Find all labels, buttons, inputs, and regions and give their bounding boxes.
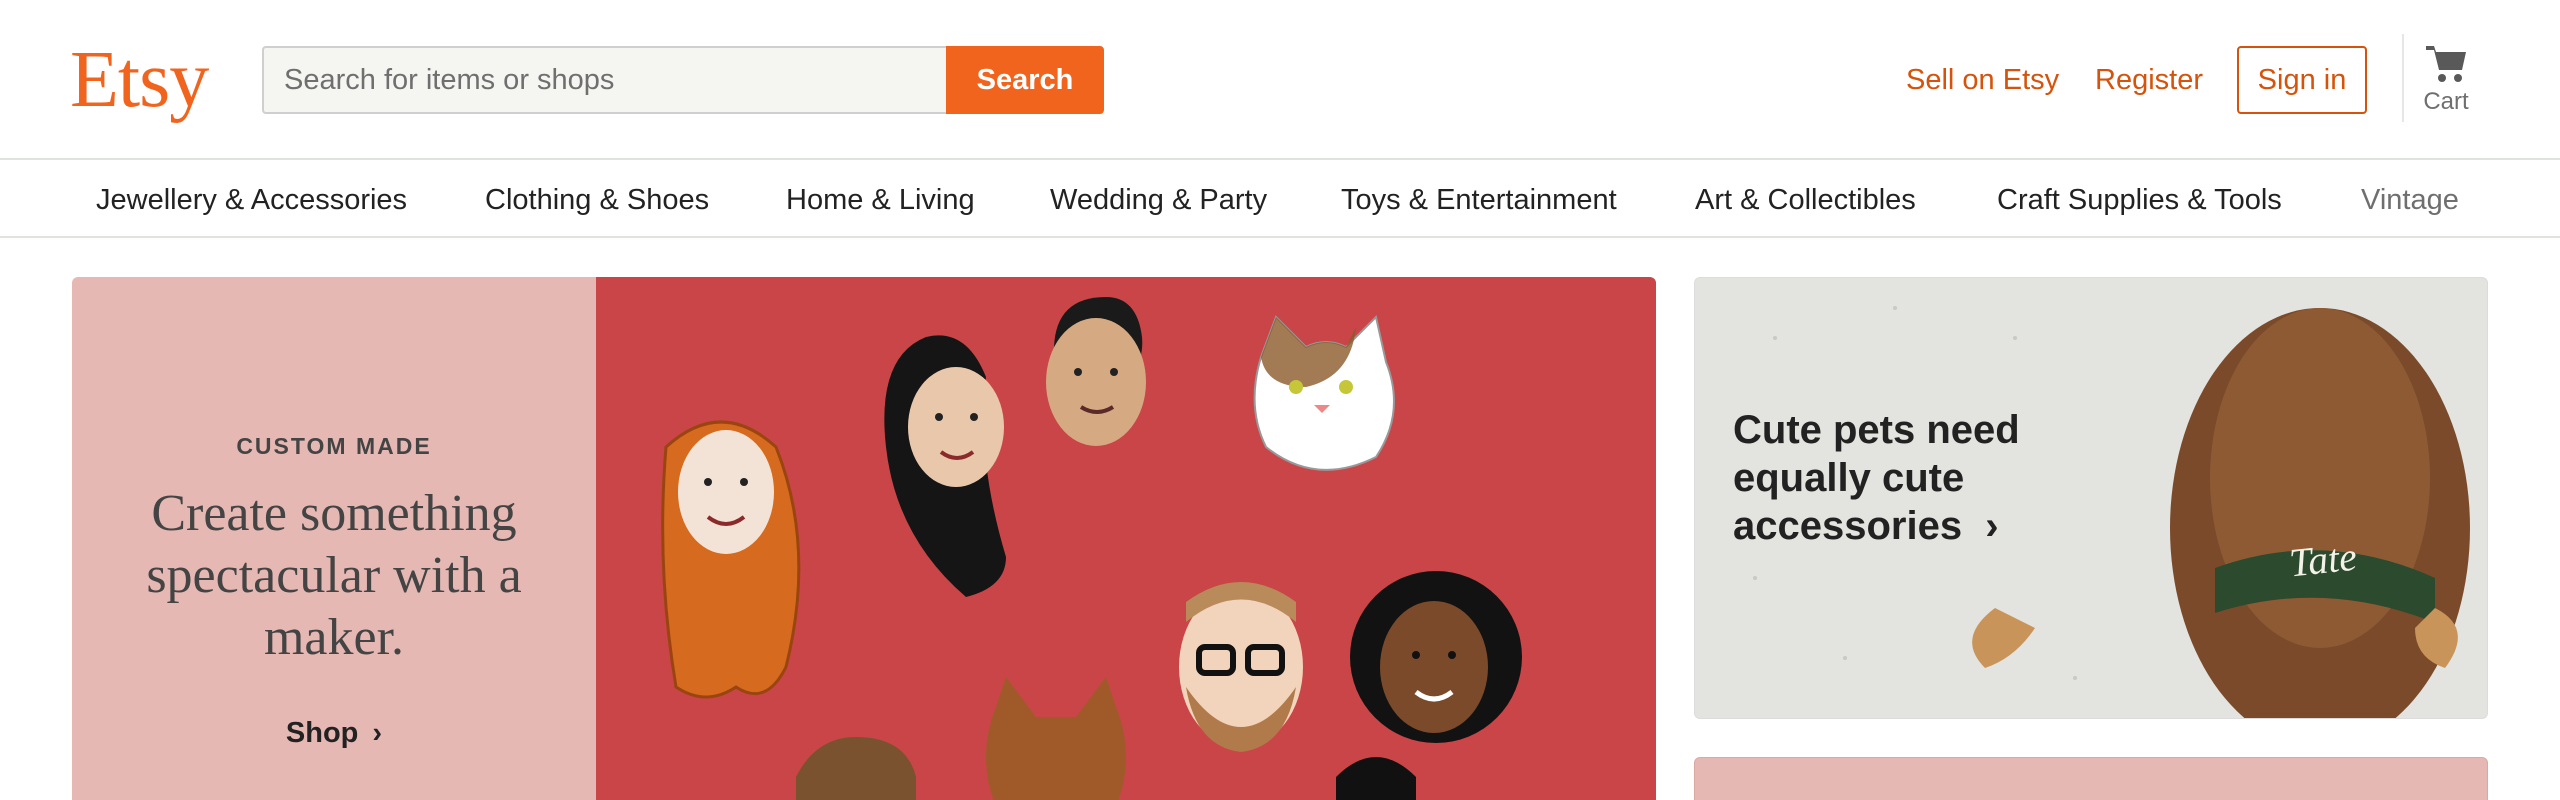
- category-vintage[interactable]: Vintage: [2361, 180, 2459, 220]
- red-hair-portrait-pin: [661, 420, 801, 699]
- cat-portrait-pin: [1253, 315, 1395, 471]
- chevron-right-icon: ›: [1985, 504, 1999, 548]
- cart-icon: [2426, 46, 2466, 82]
- partial-portrait-pin: [1336, 757, 1416, 800]
- cart-button[interactable]: Cart: [2404, 34, 2488, 126]
- site-header: Etsy Search Sell on Etsy Register Sign i…: [0, 0, 2560, 160]
- pets-promo-text[interactable]: Cute pets need equally cute accessories …: [1733, 406, 2113, 550]
- portrait-pins-illustration: [661, 297, 1522, 800]
- sign-in-button[interactable]: Sign in: [2237, 46, 2367, 114]
- register-link[interactable]: Register: [2095, 58, 2203, 102]
- hero-eyebrow: CUSTOM MADE: [236, 433, 432, 459]
- sell-on-etsy-link[interactable]: Sell on Etsy: [1906, 58, 2059, 102]
- category-home-living[interactable]: Home & Living: [786, 180, 975, 220]
- second-promo-card[interactable]: [1694, 757, 2488, 800]
- chevron-right-icon: ›: [372, 717, 383, 749]
- bearded-man-portrait-pin: [1179, 582, 1303, 752]
- search-input[interactable]: [262, 46, 946, 114]
- search-button[interactable]: Search: [946, 46, 1104, 114]
- category-art-collectibles[interactable]: Art & Collectibles: [1695, 180, 1916, 220]
- hero-banner[interactable]: CUSTOM MADE Create something spectacular…: [72, 277, 1656, 800]
- pets-promo-label: Cute pets need equally cute accessories: [1733, 408, 2020, 548]
- category-craft-supplies-tools[interactable]: Craft Supplies & Tools: [1997, 180, 2282, 220]
- hero-shop-label: Shop: [285, 717, 359, 749]
- fox-cat-portrait-pin: [986, 677, 1126, 800]
- hero-shop-link[interactable]: Shop ›: [72, 717, 596, 750]
- etsy-logo[interactable]: Etsy: [70, 30, 209, 130]
- man-portrait-pin: [1046, 297, 1146, 446]
- search-form: Search: [262, 46, 1104, 114]
- category-toys-entertainment[interactable]: Toys & Entertainment: [1341, 180, 1617, 220]
- dog-portrait-pin: [796, 737, 916, 800]
- black-hair-portrait-pin: [884, 335, 1006, 597]
- curly-hair-portrait-pin: [1350, 571, 1522, 743]
- pets-promo-card[interactable]: Tate Cute pets need equally cute accesso…: [1694, 277, 2488, 719]
- category-clothing-shoes[interactable]: Clothing & Shoes: [485, 180, 709, 220]
- hero-text-panel: CUSTOM MADE Create something spectacular…: [72, 277, 596, 800]
- hero-headline: Create something spectacular with a make…: [146, 485, 522, 666]
- category-jewellery-accessories[interactable]: Jewellery & Accessories: [96, 180, 407, 220]
- category-nav: Jewellery & Accessories Clothing & Shoes…: [0, 162, 2560, 238]
- category-wedding-party[interactable]: Wedding & Party: [1050, 180, 1267, 220]
- hero-image: [596, 277, 1656, 800]
- cart-label: Cart: [2423, 88, 2469, 115]
